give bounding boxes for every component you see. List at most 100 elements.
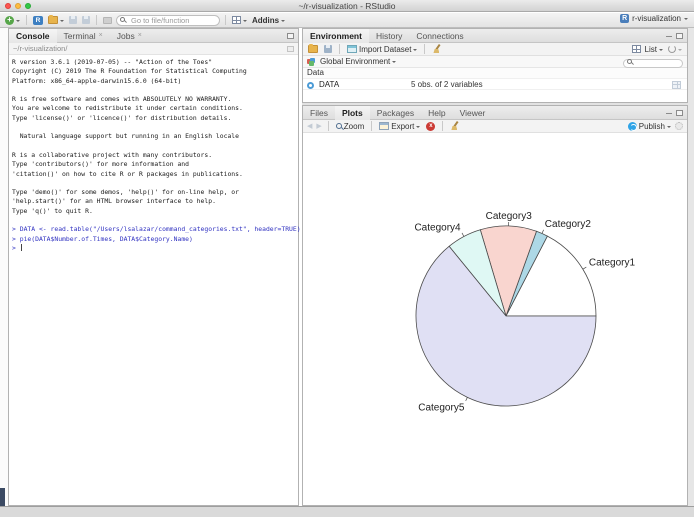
previous-plot-icon[interactable]: ◀ bbox=[307, 120, 312, 133]
pie-slice-label: Category2 bbox=[545, 219, 592, 230]
zoom-plot-button[interactable]: Zoom bbox=[335, 120, 365, 132]
clear-workspace-button[interactable] bbox=[431, 43, 443, 55]
addins-label: Addins bbox=[252, 16, 279, 25]
list-view-label: List bbox=[645, 45, 657, 54]
zoom-label: Zoom bbox=[344, 122, 364, 131]
chevron-down-icon bbox=[60, 20, 64, 24]
gear-icon[interactable] bbox=[675, 122, 683, 130]
new-project-icon: R bbox=[33, 16, 43, 25]
new-file-icon: + bbox=[5, 16, 14, 25]
rstudio-window: ~/r-visualization - RStudio + R bbox=[0, 0, 694, 517]
load-workspace-button[interactable] bbox=[307, 43, 319, 55]
console-command: pie(DATA$Number.of.Times, DATA$Category.… bbox=[20, 235, 193, 243]
pie-label-tick bbox=[466, 397, 468, 401]
toolbar-separator bbox=[371, 121, 372, 131]
export-label: Export bbox=[391, 122, 414, 131]
import-dataset-label: Import Dataset bbox=[359, 45, 411, 54]
console-prompt: > bbox=[12, 235, 16, 243]
addins-button[interactable]: Addins bbox=[251, 14, 286, 26]
chevron-down-icon bbox=[678, 49, 682, 53]
pie-label-tick bbox=[462, 233, 464, 237]
chevron-down-icon bbox=[413, 49, 417, 53]
environment-scope-button[interactable]: Global Environment bbox=[319, 56, 397, 68]
broom-icon bbox=[432, 44, 442, 54]
working-directory-label: ~/r-visualization/ bbox=[13, 44, 67, 53]
remove-plot-button[interactable]: x bbox=[425, 120, 436, 132]
environment-scope-row: Global Environment bbox=[303, 56, 687, 68]
pie-slice-label: Category3 bbox=[486, 211, 533, 222]
chevron-down-icon bbox=[243, 20, 247, 24]
project-menu-button[interactable]: R r-visualization bbox=[620, 14, 688, 23]
save-workspace-button[interactable] bbox=[323, 43, 333, 55]
maximize-pane-icon[interactable] bbox=[287, 33, 294, 39]
plot-display-area: Category1Category2Category3Category4Cate… bbox=[303, 133, 687, 505]
console-startup-output: R version 3.6.1 (2019-07-05) -- "Action … bbox=[9, 55, 298, 216]
maximize-pane-icon[interactable] bbox=[676, 110, 683, 116]
background-window-fragment bbox=[0, 488, 5, 506]
import-dataset-icon bbox=[347, 45, 357, 53]
tab-terminal[interactable]: Terminal × bbox=[57, 29, 110, 43]
tab-files[interactable]: Files bbox=[303, 106, 335, 120]
minimize-window-button[interactable] bbox=[15, 3, 21, 9]
chevron-down-icon bbox=[659, 49, 663, 53]
list-view-icon bbox=[632, 45, 641, 53]
export-icon bbox=[379, 122, 389, 130]
console-input-line[interactable]: > bbox=[9, 244, 298, 253]
export-plot-button[interactable]: Export bbox=[378, 120, 421, 132]
console-prompt: > bbox=[12, 244, 16, 252]
text-cursor bbox=[21, 244, 22, 251]
refresh-icon bbox=[668, 45, 676, 53]
new-project-button[interactable]: R bbox=[32, 14, 44, 26]
minimize-pane-icon[interactable] bbox=[666, 113, 672, 114]
chevron-down-icon bbox=[416, 126, 420, 130]
maximize-pane-icon[interactable] bbox=[676, 33, 683, 39]
window-edge-left bbox=[0, 28, 8, 506]
environment-scope-label: Global Environment bbox=[320, 57, 390, 66]
close-window-button[interactable] bbox=[5, 3, 11, 9]
tab-history[interactable]: History bbox=[369, 29, 409, 43]
tab-environment[interactable]: Environment bbox=[303, 29, 369, 43]
publish-label: Publish bbox=[639, 122, 665, 131]
dataframe-expand-icon[interactable] bbox=[307, 82, 314, 89]
close-icon[interactable]: × bbox=[138, 29, 142, 43]
search-icon bbox=[120, 17, 125, 22]
chevron-down-icon bbox=[684, 18, 688, 22]
open-file-button[interactable] bbox=[47, 14, 65, 26]
global-environment-icon bbox=[307, 58, 316, 66]
clear-all-plots-button[interactable] bbox=[449, 120, 461, 132]
table-row[interactable]: DATA 5 obs. of 2 variables bbox=[303, 78, 687, 90]
tab-jobs[interactable]: Jobs × bbox=[110, 29, 149, 43]
environment-search-box bbox=[623, 58, 683, 67]
zoom-window-button[interactable] bbox=[25, 3, 31, 9]
save-button[interactable] bbox=[68, 14, 78, 26]
minimize-pane-icon[interactable] bbox=[666, 36, 672, 37]
console-prompt: > bbox=[12, 225, 16, 233]
window-edge-right bbox=[688, 28, 694, 506]
toolbar-separator bbox=[442, 121, 443, 131]
new-file-button[interactable]: + bbox=[4, 14, 21, 26]
view-data-icon[interactable] bbox=[672, 81, 681, 89]
print-button[interactable] bbox=[102, 14, 113, 26]
open-in-new-window-icon[interactable] bbox=[287, 46, 294, 52]
tab-viewer[interactable]: Viewer bbox=[453, 106, 493, 120]
next-plot-icon[interactable]: ▶ bbox=[316, 120, 321, 133]
console-command-line: > pie(DATA$Number.of.Times, DATA$Categor… bbox=[9, 235, 298, 244]
console-pane: Console Terminal × Jobs × ~/r-visualizat… bbox=[8, 28, 299, 506]
tab-plots[interactable]: Plots bbox=[335, 106, 370, 120]
goto-file-function-input[interactable] bbox=[116, 15, 220, 26]
publish-button[interactable]: Publish bbox=[627, 120, 672, 132]
tab-console[interactable]: Console bbox=[9, 29, 57, 43]
title-bar: ~/r-visualization - RStudio bbox=[0, 0, 694, 12]
window-title: ~/r-visualization - RStudio bbox=[298, 1, 395, 11]
tab-help[interactable]: Help bbox=[421, 106, 452, 120]
pane-layout-button[interactable] bbox=[231, 14, 248, 26]
save-all-button[interactable] bbox=[81, 14, 91, 26]
r-project-icon: R bbox=[620, 14, 629, 23]
tab-connections[interactable]: Connections bbox=[409, 29, 470, 43]
list-view-button[interactable]: List bbox=[644, 43, 664, 55]
import-dataset-button[interactable]: Import Dataset bbox=[346, 43, 418, 55]
remove-plot-icon: x bbox=[426, 122, 435, 131]
refresh-environment-button[interactable] bbox=[667, 43, 683, 55]
close-icon[interactable]: × bbox=[99, 29, 103, 43]
tab-packages[interactable]: Packages bbox=[370, 106, 421, 120]
